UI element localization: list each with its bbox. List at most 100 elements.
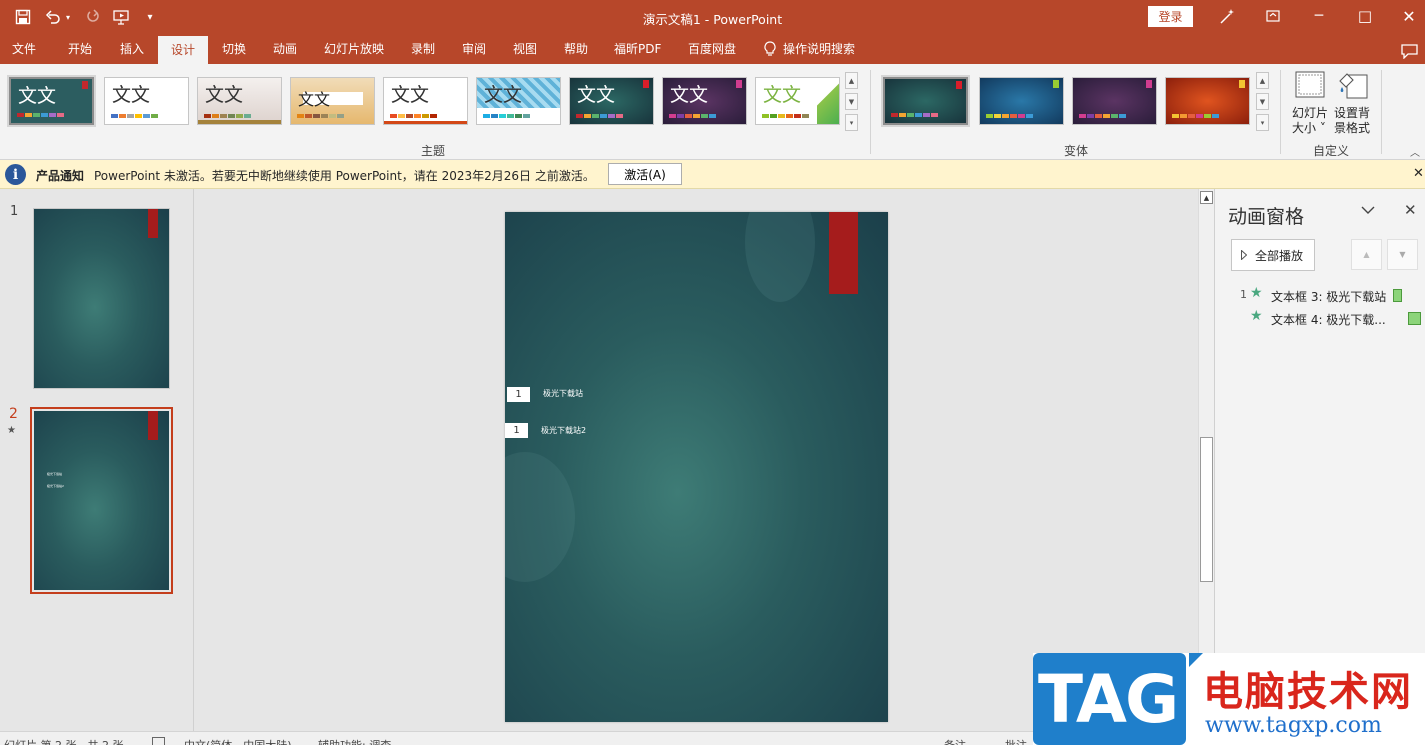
theme-option-5[interactable]: 文文 [383, 77, 468, 125]
animation-order-badge-1[interactable]: 1 [507, 387, 530, 402]
animation-label: 文本框 4: 极光下载... [1271, 313, 1386, 327]
close-button[interactable]: ✕ [1386, 0, 1425, 32]
tab-design[interactable]: 设计 [158, 36, 208, 64]
theme-option-1[interactable]: 文文 [9, 77, 94, 125]
themes-more[interactable]: ▾ [845, 114, 858, 131]
tab-slide-show[interactable]: 幻灯片放映 [324, 34, 384, 64]
tab-file[interactable]: 文件 [12, 34, 36, 64]
undo-dropdown-icon[interactable]: ▾ [62, 6, 74, 28]
tab-record[interactable]: 录制 [411, 34, 435, 64]
activate-button[interactable]: 激活(A) [608, 163, 682, 185]
thumb-accent-bar [148, 411, 158, 440]
spell-check-icon[interactable] [152, 737, 165, 745]
slide-thumbnail-1[interactable] [33, 208, 170, 389]
animation-timing-bar[interactable] [1408, 312, 1421, 325]
theme-option-6[interactable]: 文文 [476, 77, 561, 125]
entrance-star-icon: ★ [1250, 285, 1263, 301]
designer-wand-icon[interactable] [1216, 6, 1238, 28]
language-status[interactable]: 中文(简体，中国大陆) [184, 737, 292, 745]
tab-view[interactable]: 视图 [513, 34, 537, 64]
theme-preview-text: 文文 [763, 84, 802, 106]
play-icon [1241, 250, 1247, 260]
play-all-button[interactable]: 全部播放 [1231, 239, 1315, 271]
decorative-bokeh [505, 452, 575, 582]
close-pane-icon[interactable]: ✕ [1404, 201, 1417, 219]
format-background-button[interactable]: 设置背 景格式 [1334, 70, 1374, 140]
decorative-bokeh [745, 212, 815, 302]
current-slide-canvas[interactable]: 1 极光下载站 1 极光下载站2 [505, 212, 888, 722]
accessibility-status[interactable]: 辅助功能: 调查 [318, 737, 391, 745]
watermark-corner [1189, 653, 1203, 667]
redo-icon [82, 6, 104, 28]
undo-icon[interactable] [42, 6, 64, 28]
move-up-icon: ▲ [1351, 239, 1382, 270]
theme-option-3[interactable]: 文文 [197, 77, 282, 125]
title-bar: ▾ ▾ 演示文稿1 - PowerPoint 登录 ─ □ ✕ [0, 0, 1425, 34]
slide-count-status[interactable]: 幻灯片 第 2 张，共 2 张 [4, 737, 123, 745]
notes-button[interactable]: 备注 [944, 737, 966, 745]
ribbon-display-options-icon[interactable] [1250, 0, 1296, 32]
tab-foxit-pdf[interactable]: 福昕PDF [614, 34, 661, 64]
variant-option-4[interactable] [1165, 77, 1250, 125]
tab-insert[interactable]: 插入 [120, 34, 144, 64]
variants-scroll-up[interactable]: ▲ [1256, 72, 1269, 89]
slide-textbox-2[interactable]: 极光下载站2 [541, 425, 586, 436]
customize-group-label: 自定义 [1313, 144, 1350, 158]
variant-option-1[interactable] [883, 77, 968, 125]
variant-option-3[interactable] [1072, 77, 1157, 125]
pane-options-chevron-icon[interactable] [1361, 203, 1375, 219]
watermark-url: www.tagxp.com [1205, 713, 1382, 738]
animation-order: 1 [1240, 288, 1247, 301]
watermark-logo: TAG 电脑技术网 www.tagxp.com [1033, 653, 1425, 745]
slide-size-label-1: 幻灯片 [1292, 106, 1329, 120]
theme-option-2[interactable]: 文文 [104, 77, 189, 125]
theme-option-4[interactable]: 文文 [290, 77, 375, 125]
animation-list-item[interactable]: ★ 文本框 4: 极光下载... [1215, 308, 1425, 330]
comments-button[interactable]: 批注 [1005, 737, 1027, 745]
ribbon-separator [1381, 70, 1382, 154]
tab-transitions[interactable]: 切换 [222, 34, 246, 64]
animation-order-badge-2[interactable]: 1 [505, 423, 528, 438]
theme-preview-text: 文文 [391, 84, 430, 106]
theme-option-9[interactable]: 文文 [755, 77, 840, 125]
start-from-beginning-icon[interactable] [111, 6, 133, 28]
scroll-thumb[interactable] [1200, 437, 1213, 582]
theme-option-7[interactable]: 文文 [569, 77, 654, 125]
tab-baidu-netdisk[interactable]: 百度网盘 [688, 34, 736, 64]
slide-thumbnail-2-selected[interactable]: 极光下载站 极光下载站2 [30, 407, 173, 594]
ribbon-tabs: 文件 开始 插入 设计 切换 动画 幻灯片放映 录制 审阅 视图 帮助 福昕PD… [0, 34, 1425, 64]
watermark-site-name: 电脑技术网 [1203, 669, 1413, 715]
themes-scroll-up[interactable]: ▲ [845, 72, 858, 89]
slide-size-label-2: 大小 ˅ [1292, 121, 1326, 135]
play-all-label: 全部播放 [1255, 248, 1304, 263]
tab-home[interactable]: 开始 [68, 34, 92, 64]
move-down-icon: ▼ [1387, 239, 1418, 270]
tab-animations[interactable]: 动画 [273, 34, 297, 64]
close-notice-icon[interactable]: ✕ [1413, 166, 1424, 181]
themes-scroll-down[interactable]: ▼ [845, 93, 858, 110]
customize-quick-access-icon[interactable]: ▾ [141, 6, 159, 28]
slide-thumbnails-pane: 1 2 ★ 极光下载站 极光下载站2 [0, 189, 194, 745]
save-icon[interactable] [12, 6, 34, 28]
variant-option-2[interactable] [979, 77, 1064, 125]
collapse-ribbon-icon[interactable]: ︿ [1410, 144, 1420, 159]
entrance-star-icon: ★ [1250, 308, 1263, 324]
thumb-accent-bar [148, 209, 158, 238]
login-button[interactable]: 登录 [1148, 6, 1193, 27]
theme-option-8[interactable]: 文文 [662, 77, 747, 125]
animation-star-icon: ★ [7, 425, 16, 436]
scroll-up-icon[interactable]: ▲ [1200, 191, 1213, 204]
animation-list-item[interactable]: 1 ★ 文本框 3: 极光下载站 [1215, 285, 1425, 307]
animation-pane-title: 动画窗格 [1228, 206, 1305, 228]
tell-me-search[interactable]: 操作说明搜索 [764, 34, 855, 64]
tab-help[interactable]: 帮助 [564, 34, 588, 64]
variants-scroll-down[interactable]: ▼ [1256, 93, 1269, 110]
slide-size-button[interactable]: 幻灯片 大小 ˅ [1290, 70, 1330, 140]
animation-label: 文本框 3: 极光下载站 [1271, 290, 1387, 304]
tab-review[interactable]: 审阅 [462, 34, 486, 64]
minimize-button[interactable]: ─ [1296, 0, 1342, 32]
slide-textbox-1[interactable]: 极光下载站 [543, 388, 583, 399]
maximize-button[interactable]: □ [1342, 0, 1388, 32]
variants-more[interactable]: ▾ [1256, 114, 1269, 131]
animation-timing-bar[interactable] [1393, 289, 1402, 302]
